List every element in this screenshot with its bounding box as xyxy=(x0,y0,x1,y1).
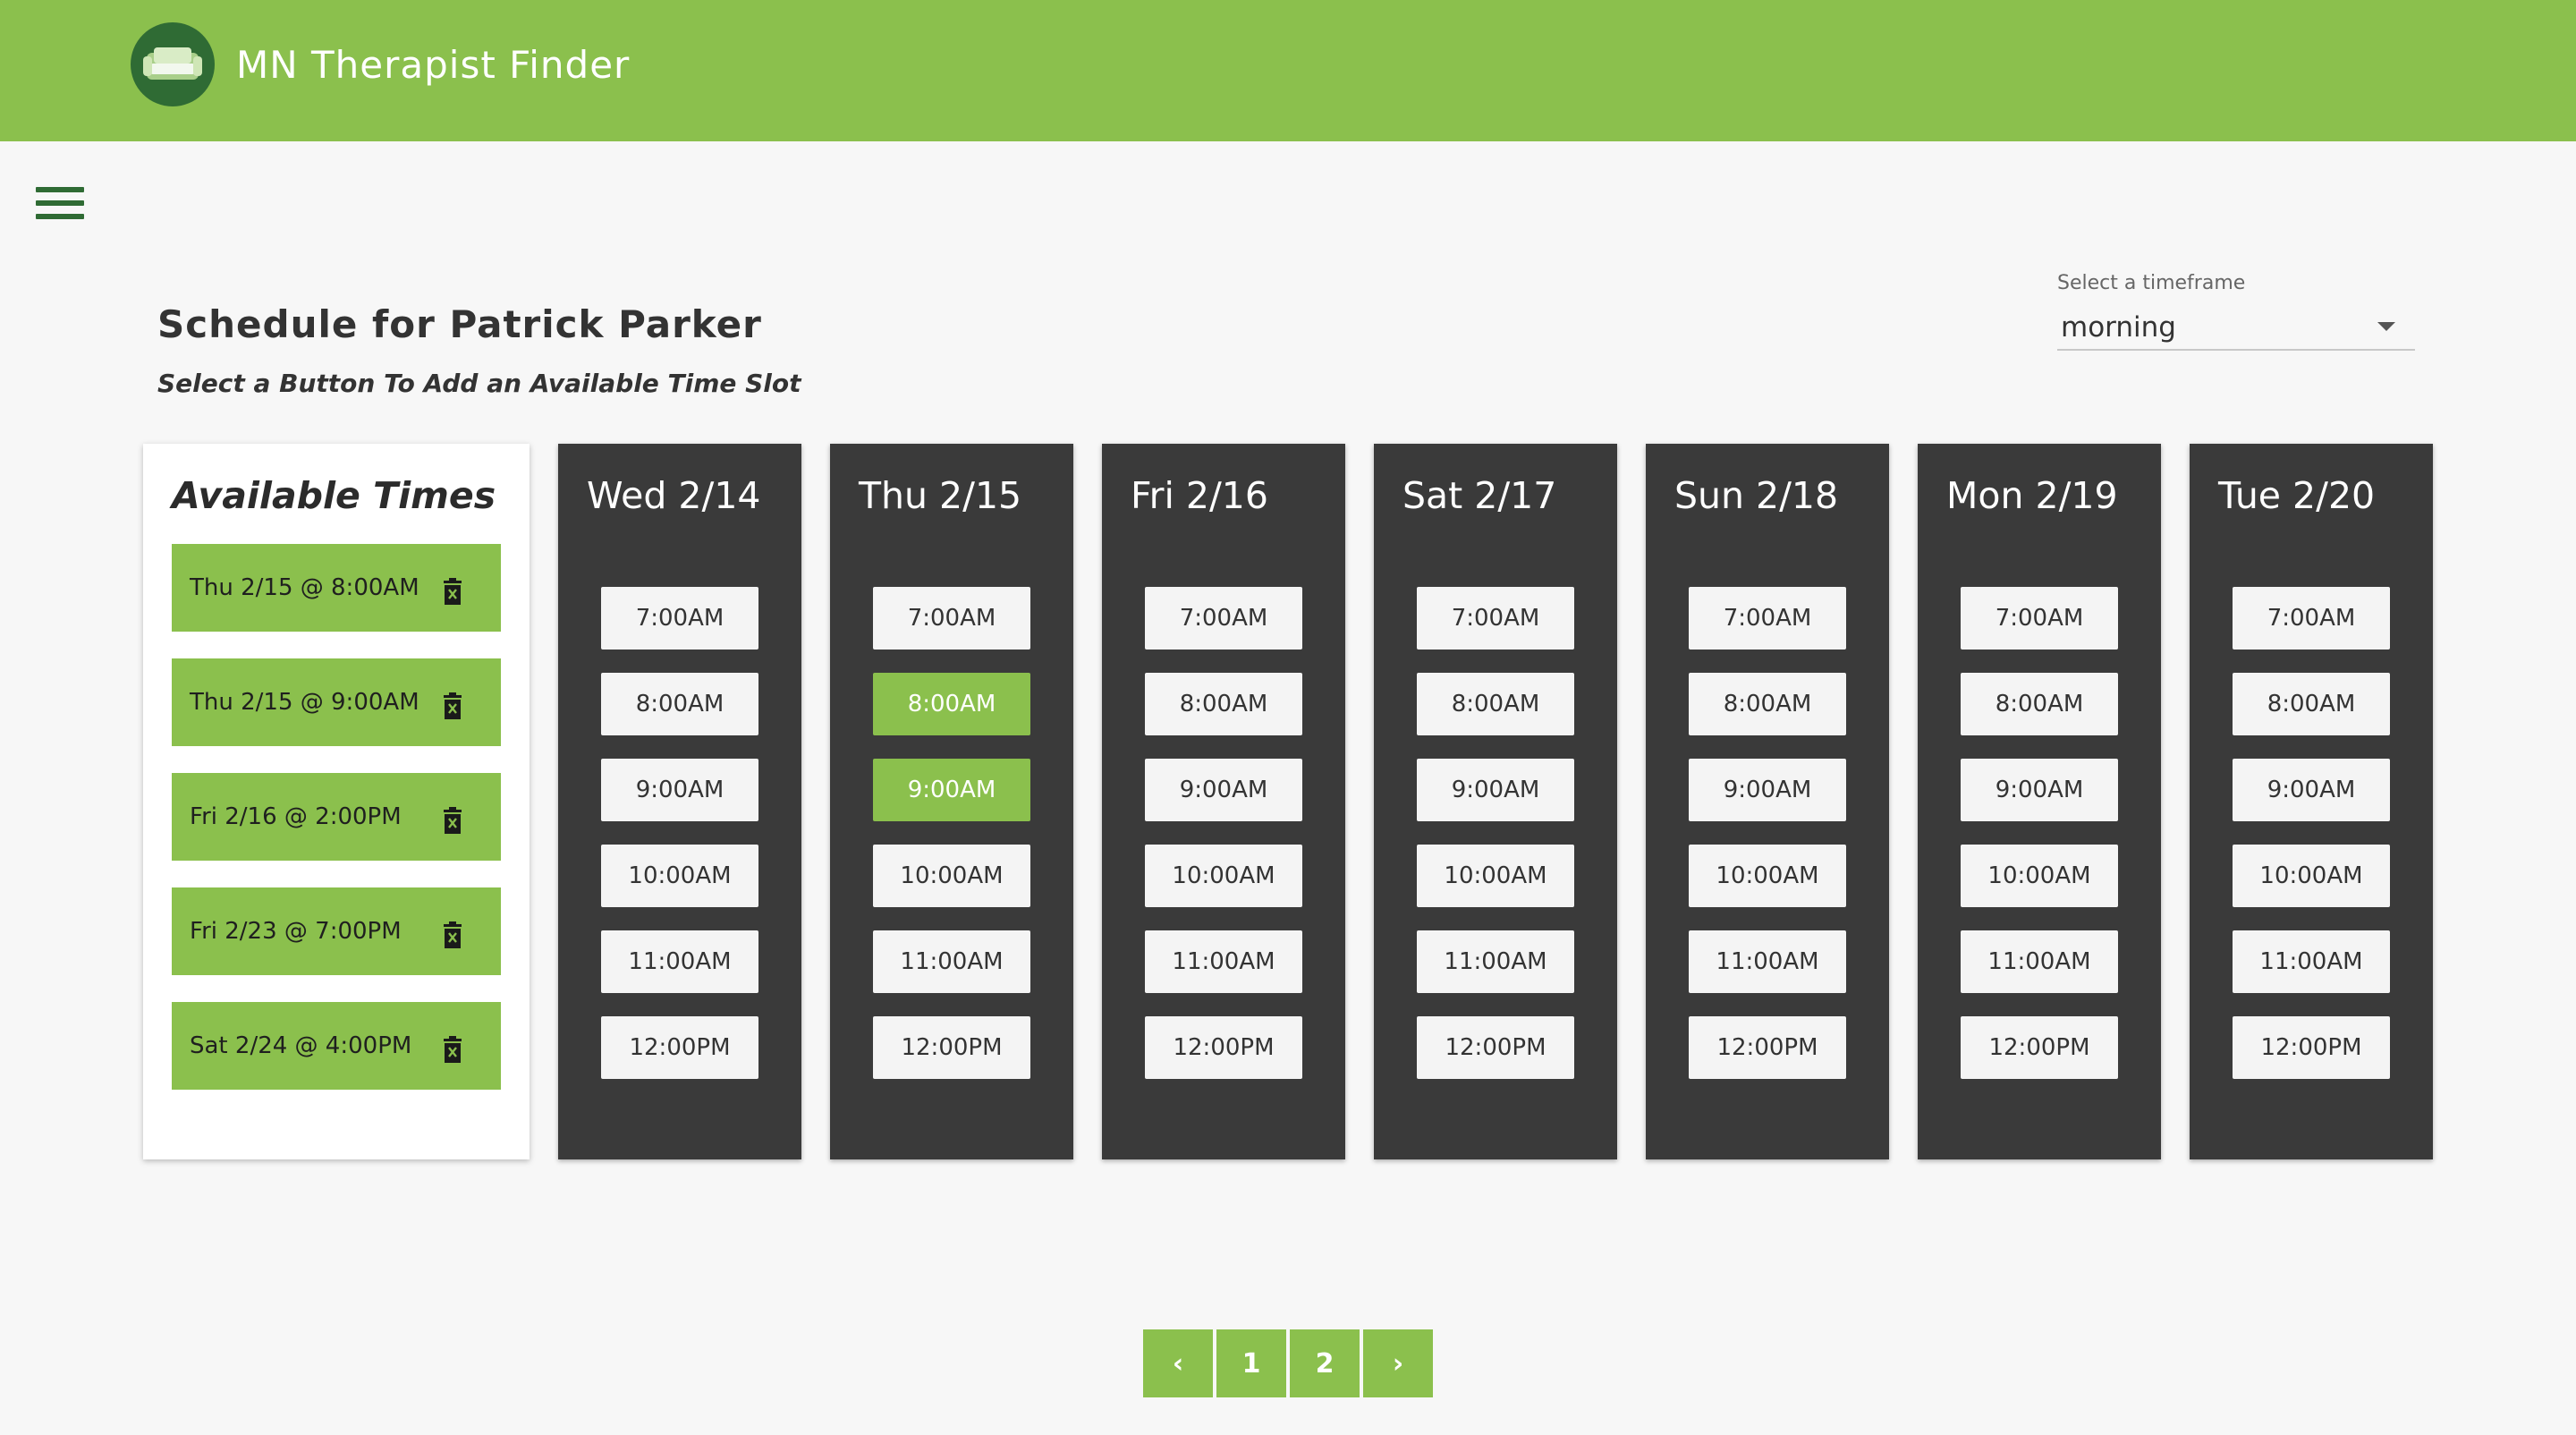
available-time-item[interactable]: Fri 2/16 @ 2:00PM xyxy=(172,773,501,861)
available-time-label: Sat 2/24 @ 4:00PM xyxy=(190,1032,412,1059)
available-time-label: Thu 2/15 @ 9:00AM xyxy=(190,689,419,716)
page-1-button[interactable]: 1 xyxy=(1216,1329,1286,1397)
time-slot-button[interactable]: 8:00AM xyxy=(1417,673,1574,735)
time-slot-button[interactable]: 7:00AM xyxy=(2233,587,2390,650)
page-2-button[interactable]: 2 xyxy=(1290,1329,1360,1397)
page-title: Schedule for Patrick Parker xyxy=(157,302,762,346)
time-slot-button[interactable]: 9:00AM xyxy=(1689,759,1846,821)
trash-icon[interactable] xyxy=(442,807,463,834)
couch-icon[interactable] xyxy=(131,22,215,106)
day-column: Sat 2/17 7:00AM 8:00AM 9:00AM 10:00AM 11:00AM… xyxy=(1374,444,1617,1159)
time-slot-button[interactable]: 7:00AM xyxy=(1145,587,1302,650)
time-slot-button[interactable]: 11:00AM xyxy=(2233,930,2390,993)
time-slot-button[interactable]: 9:00AM xyxy=(2233,759,2390,821)
time-slot-button[interactable]: 7:00AM xyxy=(1417,587,1574,650)
time-slot-button[interactable]: 12:00PM xyxy=(1689,1016,1846,1079)
time-slot-button[interactable]: 9:00AM xyxy=(873,759,1030,821)
time-slot-button[interactable]: 11:00AM xyxy=(1417,930,1574,993)
trash-icon[interactable] xyxy=(442,1036,463,1063)
time-slot-button[interactable]: 8:00AM xyxy=(1145,673,1302,735)
time-slot-button[interactable]: 8:00AM xyxy=(1689,673,1846,735)
available-times-title: Available Times xyxy=(172,474,496,517)
time-slot-button[interactable]: 9:00AM xyxy=(1145,759,1302,821)
day-column: Sun 2/18 7:00AM 8:00AM 9:00AM 10:00AM 11:00AM… xyxy=(1646,444,1889,1159)
time-slot-button[interactable]: 9:00AM xyxy=(1961,759,2118,821)
available-time-label: Fri 2/23 @ 7:00PM xyxy=(190,918,402,945)
day-column: Tue 2/20 7:00AM 8:00AM 9:00AM 10:00AM 11:00AM… xyxy=(2190,444,2433,1159)
day-column-title: Wed 2/14 xyxy=(587,474,761,517)
day-column-title: Thu 2/15 xyxy=(859,474,1022,517)
available-times-card: Available Times Thu 2/15 @ 8:00AM Thu 2/1… xyxy=(143,444,530,1159)
time-slot-button[interactable]: 12:00PM xyxy=(1145,1016,1302,1079)
timeframe-label: Select a timeframe xyxy=(2057,272,2246,294)
time-slot-button[interactable]: 7:00AM xyxy=(873,587,1030,650)
day-column-title: Fri 2/16 xyxy=(1131,474,1268,517)
available-time-item[interactable]: Fri 2/23 @ 7:00PM xyxy=(172,887,501,975)
time-slot-button[interactable]: 11:00AM xyxy=(873,930,1030,993)
available-time-item[interactable]: Sat 2/24 @ 4:00PM xyxy=(172,1002,501,1090)
app-title[interactable]: MN Therapist Finder xyxy=(236,43,630,87)
time-slot-button[interactable]: 10:00AM xyxy=(1689,845,1846,907)
time-slot-button[interactable]: 12:00PM xyxy=(1417,1016,1574,1079)
time-slot-button[interactable]: 8:00AM xyxy=(2233,673,2390,735)
time-slot-button[interactable]: 9:00AM xyxy=(601,759,758,821)
trash-icon[interactable] xyxy=(442,921,463,948)
app-bar: MN Therapist Finder xyxy=(0,0,2576,141)
caret-down-icon xyxy=(2377,322,2395,331)
day-column: Mon 2/19 7:00AM 8:00AM 9:00AM 10:00AM 11:00AM… xyxy=(1918,444,2161,1159)
time-slot-button[interactable]: 10:00AM xyxy=(1145,845,1302,907)
time-slot-button[interactable]: 10:00AM xyxy=(2233,845,2390,907)
day-column: Fri 2/16 7:00AM 8:00AM 9:00AM 10:00AM 11:00AM… xyxy=(1102,444,1345,1159)
time-slot-button[interactable]: 8:00AM xyxy=(873,673,1030,735)
available-time-label: Thu 2/15 @ 8:00AM xyxy=(190,574,419,601)
day-column-title: Tue 2/20 xyxy=(2218,474,2376,517)
time-slot-button[interactable]: 10:00AM xyxy=(601,845,758,907)
time-slot-button[interactable]: 11:00AM xyxy=(1689,930,1846,993)
time-slot-button[interactable]: 12:00PM xyxy=(2233,1016,2390,1079)
available-time-label: Fri 2/16 @ 2:00PM xyxy=(190,803,402,830)
available-time-item[interactable]: Thu 2/15 @ 8:00AM xyxy=(172,544,501,632)
day-column-title: Mon 2/19 xyxy=(1946,474,2118,517)
time-slot-button[interactable]: 10:00AM xyxy=(873,845,1030,907)
available-time-item[interactable]: Thu 2/15 @ 9:00AM xyxy=(172,658,501,746)
previous-page-button[interactable]: ‹ xyxy=(1143,1329,1213,1397)
hamburger-menu-icon[interactable] xyxy=(34,183,88,223)
trash-icon[interactable] xyxy=(442,578,463,605)
next-page-button[interactable]: › xyxy=(1363,1329,1433,1397)
day-column-title: Sat 2/17 xyxy=(1402,474,1557,517)
time-slot-button[interactable]: 12:00PM xyxy=(873,1016,1030,1079)
time-slot-button[interactable]: 12:00PM xyxy=(601,1016,758,1079)
trash-icon[interactable] xyxy=(442,692,463,719)
time-slot-button[interactable]: 8:00AM xyxy=(601,673,758,735)
time-slot-button[interactable]: 8:00AM xyxy=(1961,673,2118,735)
time-slot-button[interactable]: 10:00AM xyxy=(1417,845,1574,907)
timeframe-select[interactable]: morning xyxy=(2057,302,2415,351)
time-slot-button[interactable]: 7:00AM xyxy=(1961,587,2118,650)
time-slot-button[interactable]: 10:00AM xyxy=(1961,845,2118,907)
page-subtitle: Select a Button To Add an Available Time… xyxy=(157,369,801,398)
time-slot-button[interactable]: 7:00AM xyxy=(601,587,758,650)
time-slot-button[interactable]: 12:00PM xyxy=(1961,1016,2118,1079)
time-slot-button[interactable]: 7:00AM xyxy=(1689,587,1846,650)
time-slot-button[interactable]: 9:00AM xyxy=(1417,759,1574,821)
day-column: Wed 2/14 7:00AM 8:00AM 9:00AM 10:00AM 11:00AM… xyxy=(558,444,801,1159)
day-column-title: Sun 2/18 xyxy=(1674,474,1839,517)
timeframe-value: morning xyxy=(2061,311,2176,344)
time-slot-button[interactable]: 11:00AM xyxy=(601,930,758,993)
day-column: Thu 2/15 7:00AM 8:00AM 9:00AM 10:00AM 11:00AM… xyxy=(830,444,1073,1159)
time-slot-button[interactable]: 11:00AM xyxy=(1145,930,1302,993)
time-slot-button[interactable]: 11:00AM xyxy=(1961,930,2118,993)
